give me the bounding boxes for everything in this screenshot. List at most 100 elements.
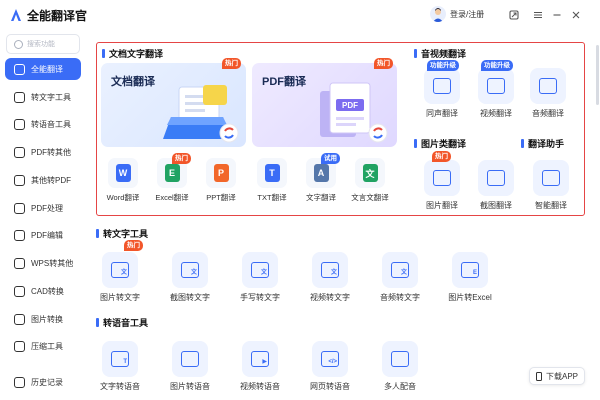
document-illustration-icon: [163, 85, 239, 143]
voice-icon: [14, 118, 25, 130]
menu-icon: [534, 11, 542, 19]
sidebar-item-3[interactable]: 转语音工具: [5, 113, 81, 135]
to-text-tool-5[interactable]: 文音频转文字: [374, 252, 426, 303]
sidebar-item-label: PDF编辑: [31, 230, 63, 240]
assist-tool-1[interactable]: 智能翻译: [525, 160, 577, 211]
sidebar-item-label: PDF转其他: [31, 147, 71, 157]
sidebar-item-6[interactable]: PDF处理: [5, 197, 81, 219]
search-box[interactable]: 搜索功能: [6, 34, 80, 54]
doc-tool-5[interactable]: A 文字翻译: [299, 158, 343, 203]
document-icon: W: [115, 164, 131, 182]
app-window: 全能翻译官 登录/注册 搜索功能 全能翻译转文字工具转语音工具 PDF转其他其他转…: [0, 0, 600, 400]
sidebar-item-12[interactable]: 历史记录: [5, 371, 81, 393]
phone-icon: [535, 371, 542, 381]
sidebar-item-label: 转文字工具: [31, 92, 71, 102]
sidebar-item-11[interactable]: 压缩工具: [5, 335, 81, 357]
img-tool-icon: [433, 170, 451, 186]
svg-text:PDF: PDF: [342, 101, 358, 110]
to-voice-tool-4[interactable]: </> 网页转语音: [304, 341, 356, 392]
minimize-button[interactable]: [550, 8, 564, 22]
app-logo-icon: [9, 8, 23, 22]
sidebar-item-8[interactable]: WPS转其他: [5, 252, 81, 274]
doc-tool-label: Word翻译: [106, 193, 140, 202]
sidebar: 搜索功能 全能翻译转文字工具转语音工具 PDF转其他其他转PDF PDF处理 PDF编…: [0, 30, 88, 400]
to-voice-tool-5[interactable]: 多人配音: [374, 341, 426, 392]
document-glyph: 文: [365, 168, 375, 179]
img-tool-1[interactable]: 图片翻译: [416, 160, 468, 211]
av-tool-2[interactable]: 视频翻译: [470, 68, 522, 119]
assist-tool-tile: [533, 160, 569, 196]
close-button[interactable]: [569, 8, 583, 22]
document-icon: P: [213, 164, 229, 182]
img-tool-2[interactable]: 截图翻译: [470, 160, 522, 211]
banner-doc-translate[interactable]: 文档翻译: [101, 63, 246, 147]
download-app-button[interactable]: 下载APP: [529, 367, 585, 385]
avatar: [430, 6, 446, 22]
doc-tool-2[interactable]: E Excel翻译: [150, 158, 194, 203]
sidebar-item-label: 历史记录: [31, 377, 63, 387]
doc-tool-tile: P: [206, 158, 236, 188]
download-label: 下载APP: [545, 371, 578, 381]
sidebar-item-1[interactable]: 全能翻译: [5, 58, 81, 80]
img-tool-label: 截图翻译: [480, 201, 512, 210]
title-bar: 全能翻译官 登录/注册: [0, 0, 600, 30]
to-voice-tool-2[interactable]: 图片转语音: [164, 341, 216, 392]
doc-tool-1[interactable]: W Word翻译: [101, 158, 145, 203]
doc-tool-label: Excel翻译: [155, 193, 189, 202]
sidebar-item-label: 全能翻译: [31, 64, 63, 74]
to-voice-tool-icon: T: [111, 351, 129, 367]
close-icon: [572, 11, 580, 19]
sidebar-item-7[interactable]: PDF编辑: [5, 224, 81, 246]
minimize-icon: [553, 14, 561, 16]
doc-tool-4[interactable]: T TXT翻译: [250, 158, 294, 203]
sidebar-item-4[interactable]: PDF转其他: [5, 141, 81, 163]
document-icon: 文: [362, 164, 378, 182]
to-text-tool-icon: 文: [251, 262, 269, 278]
sidebar-item-5[interactable]: 其他转PDF: [5, 169, 81, 191]
av-tool-1[interactable]: 同声翻译: [416, 68, 468, 119]
scrollbar[interactable]: [596, 45, 599, 105]
doc-tool-tile: W: [108, 158, 138, 188]
doc-tool-3[interactable]: P PPT翻译: [199, 158, 243, 203]
document-icon: T: [264, 164, 280, 182]
sidebar-item-2[interactable]: 转文字工具: [5, 86, 81, 108]
window-mode-button[interactable]: [507, 8, 521, 22]
sidebar-item-10[interactable]: 图片转换: [5, 308, 81, 330]
to-voice-tool-label: 视频转语音: [240, 382, 280, 391]
banner-pdf-translate[interactable]: PDF翻译 PDF: [252, 63, 397, 147]
doc-tool-label: PPT翻译: [206, 193, 236, 202]
window-mode-icon: [509, 10, 519, 20]
icon-glyph: 文: [120, 270, 127, 276]
menu-button[interactable]: [531, 8, 545, 22]
to-text-tool-tile: 文: [102, 252, 138, 288]
img-tool-icon: [487, 170, 505, 186]
home-icon: [14, 63, 25, 75]
login-button[interactable]: 登录/注册: [430, 6, 484, 22]
to-text-tool-label: 截图转文字: [170, 293, 210, 302]
doc-tool-6[interactable]: 文文言文翻译: [348, 158, 392, 203]
search-input[interactable]: 搜索功能: [27, 39, 55, 49]
doc-tool-label: 文言文翻译: [351, 193, 389, 202]
sidebar-item-label: 图片转换: [31, 314, 63, 324]
app-title: 全能翻译官: [27, 8, 88, 23]
doc-tool-tile: 文: [355, 158, 385, 188]
to-text-tool-4[interactable]: 文视频转文字: [304, 252, 356, 303]
to-voice-tool-3[interactable]: ▶ 视频转语音: [234, 341, 286, 392]
wps-icon: [14, 257, 25, 269]
to-text-tool-1[interactable]: 文图片转文字: [94, 252, 146, 303]
icon-glyph: 文: [190, 270, 197, 276]
to-text-tool-3[interactable]: 文手写转文字: [234, 252, 286, 303]
tool-badge: 热门: [172, 153, 191, 164]
av-tool-3[interactable]: 音频翻译: [522, 68, 574, 119]
pdf-convert-icon: [14, 174, 25, 186]
assist-section-title: 翻译助手: [521, 137, 564, 150]
to-text-tool-badge: 热门: [124, 240, 143, 251]
to-text-tool-6[interactable]: E 图片转Excel: [444, 252, 496, 303]
img-tool-tile: [478, 160, 514, 196]
search-icon: [14, 39, 23, 49]
to-voice-tool-1[interactable]: T 文字转语音: [94, 341, 146, 392]
av-tool-label: 视频翻译: [480, 109, 512, 118]
compress-icon: [14, 340, 25, 352]
to-text-tool-2[interactable]: 文截图转文字: [164, 252, 216, 303]
sidebar-item-9[interactable]: CAD转换: [5, 280, 81, 302]
